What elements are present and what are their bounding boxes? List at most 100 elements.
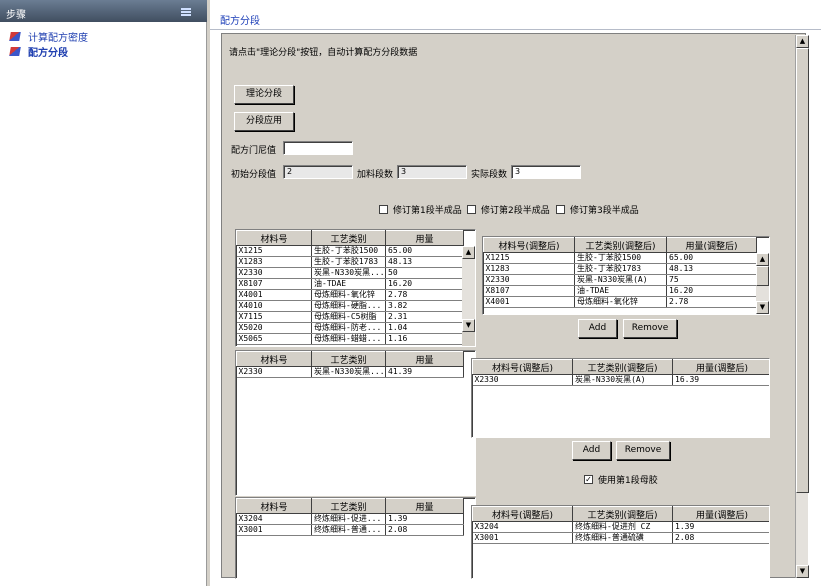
material-cell: X7115	[236, 311, 312, 323]
scroll-down-button[interactable]: ▼	[796, 565, 809, 578]
material-cell: X2330	[236, 366, 312, 378]
table-row[interactable]: X3001 终炼细料-普通硫磺 2.08	[472, 532, 769, 544]
remove-button-seg2[interactable]: Remove	[616, 441, 670, 460]
sidebar-item-segment[interactable]: 配方分段	[9, 44, 68, 59]
col-category-adj: 工艺类别(调整后)	[574, 237, 667, 253]
scroll-up-button[interactable]: ▲	[462, 246, 475, 259]
add-button-seg1[interactable]: Add	[578, 319, 617, 338]
seg3-adjusted-table: 材料号(调整后) 工艺类别(调整后) 用量(调整后) X3204 终炼细料-促进剂…	[471, 505, 770, 579]
material-cell: X1215	[236, 245, 312, 257]
use-seg1-masterbatch-checkbox[interactable]: ✓ 使用第1段母胶	[584, 473, 658, 486]
material-cell: X4001	[483, 296, 575, 308]
col-amount-adj: 用量(调整后)	[666, 237, 757, 253]
table-row[interactable]: X1283 生胶-丁苯胶1783 48.13	[236, 256, 464, 268]
hint-text: 请点击"理论分段"按钮，自动计算配方分段数据	[229, 48, 418, 58]
category-cell: 生胶-丁苯胶1783	[574, 263, 667, 275]
checkbox-label: 修订第2段半成品	[481, 206, 550, 216]
amount-cell: 16.39	[672, 374, 769, 386]
table-row[interactable]: X7115 母炼细料-C5树脂 2.31	[236, 311, 464, 323]
table-row[interactable]: X3001 终炼细料-普通... 2.08	[236, 524, 464, 536]
category-cell: 母炼细料-防老...	[311, 322, 386, 334]
table-row[interactable]: X4001 母炼细料-氧化锌 2.78	[236, 289, 464, 301]
category-cell: 终炼细料-促进剂 CZ	[572, 521, 673, 533]
material-cell: X1283	[236, 256, 312, 268]
sidebar-header: 步骤	[0, 0, 207, 22]
init-segment-input[interactable]: 2	[283, 165, 353, 179]
amount-cell: 16.20	[666, 285, 757, 297]
col-material: 材料号	[236, 230, 312, 246]
amount-cell: 48.13	[385, 256, 464, 268]
amount-cell: 3.82	[385, 300, 464, 312]
table-row[interactable]: X1215 生胶-丁苯胶1500 65.00	[236, 245, 464, 257]
material-cell: X2330	[472, 374, 573, 386]
checkbox-box	[556, 205, 565, 214]
scroll-track[interactable]	[462, 259, 475, 319]
category-cell: 终炼细料-普通硫磺	[572, 532, 673, 544]
category-cell: 生胶-丁苯胶1500	[311, 245, 386, 257]
add-segment-input[interactable]: 3	[397, 165, 467, 179]
remove-button-seg1[interactable]: Remove	[623, 319, 677, 338]
checkbox-box	[379, 205, 388, 214]
table-row[interactable]: X1283 生胶-丁苯胶1783 48.13	[483, 263, 757, 275]
category-cell: 油-TDAE	[574, 285, 667, 297]
scroll-track[interactable]	[756, 286, 769, 301]
amount-cell: 1.04	[385, 322, 464, 334]
table-row[interactable]: X4010 母炼细料-硬脂... 3.82	[236, 300, 464, 312]
table-row[interactable]: X5065 母炼细料-蜡蜡... 1.16	[236, 333, 464, 345]
material-cell: X2330	[236, 267, 312, 279]
revise-seg1-checkbox[interactable]: 修订第1段半成品	[379, 203, 462, 216]
amount-cell: 2.08	[672, 532, 769, 544]
sidebar-item-density[interactable]: 计算配方密度	[9, 29, 88, 44]
scroll-down-button[interactable]: ▼	[462, 319, 475, 332]
scroll-up-button[interactable]: ▲	[796, 35, 809, 48]
seg1-adjusted-table: 材料号(调整后) 工艺类别(调整后) 用量(调整后) X1215 生胶-丁苯胶15…	[482, 236, 770, 315]
threshold-input[interactable]	[283, 141, 353, 155]
checkbox-box	[467, 205, 476, 214]
material-cell: X2330	[483, 274, 575, 286]
add-button-seg2[interactable]: Add	[572, 441, 611, 460]
table-row[interactable]: X8107 油-TDAE 16.20	[483, 285, 757, 297]
checkbox-box: ✓	[584, 475, 593, 484]
col-category: 工艺类别	[311, 498, 386, 514]
table-row[interactable]: X3204 终炼细料-促进... 1.39	[236, 513, 464, 525]
table-row[interactable]: X2330 炭黑-N330炭黑(A) 16.39	[472, 374, 769, 386]
category-cell: 母炼细料-氧化锌	[311, 289, 386, 301]
revise-seg3-checkbox[interactable]: 修订第3段半成品	[556, 203, 639, 216]
checkbox-label: 修订第3段半成品	[570, 206, 639, 216]
col-material-adj: 材料号(调整后)	[472, 359, 573, 375]
revise-seg2-checkbox[interactable]: 修订第2段半成品	[467, 203, 550, 216]
material-cell: X3204	[472, 521, 573, 533]
amount-cell: 50	[385, 267, 464, 279]
table-row[interactable]: X2330 炭黑-N330炭黑(A) 75	[483, 274, 757, 286]
scroll-thumb[interactable]	[796, 48, 809, 493]
category-cell: 生胶-丁苯胶1783	[311, 256, 386, 268]
amount-cell: 2.08	[385, 524, 464, 536]
scroll-thumb[interactable]	[756, 266, 769, 286]
theory-segment-button[interactable]: 理论分段	[234, 85, 294, 104]
material-cell: X1215	[483, 252, 575, 264]
amount-cell: 2.78	[666, 296, 757, 308]
scroll-up-button[interactable]: ▲	[756, 253, 769, 266]
seg2-original-table: 材料号 工艺类别 用量 X2330 炭黑-N330炭黑... 41.39	[235, 350, 476, 496]
scroll-down-button[interactable]: ▼	[756, 301, 769, 314]
category-cell: 油-TDAE	[311, 278, 386, 290]
table-row[interactable]: X1215 生胶-丁苯胶1500 65.00	[483, 252, 757, 264]
table-row[interactable]: X5020 母炼细料-防老... 1.04	[236, 322, 464, 334]
material-cell: X4001	[236, 289, 312, 301]
main-scrollbar[interactable]: ▲ ▼	[795, 35, 809, 578]
category-cell: 母炼细料-蜡蜡...	[311, 333, 386, 345]
material-cell: X1283	[483, 263, 575, 275]
table-row[interactable]: X3204 终炼细料-促进剂 CZ 1.39	[472, 521, 769, 533]
amount-cell: 1.39	[672, 521, 769, 533]
menu-icon[interactable]	[181, 8, 191, 16]
step-icon	[9, 47, 21, 56]
seg2-adjusted-table: 材料号(调整后) 工艺类别(调整后) 用量(调整后) X2330 炭黑-N330炭…	[471, 358, 770, 438]
apply-segment-button[interactable]: 分段应用	[234, 112, 294, 131]
table-row[interactable]: X2330 炭黑-N330炭黑... 50	[236, 267, 464, 279]
table-row[interactable]: X4001 母炼细料-氧化锌 2.78	[483, 296, 757, 308]
material-cell: X4010	[236, 300, 312, 312]
table-row[interactable]: X2330 炭黑-N330炭黑... 41.39	[236, 366, 464, 378]
main-area: 配方分段 请点击"理论分段"按钮，自动计算配方分段数据 理论分段 分段应用 配方…	[210, 0, 821, 586]
actual-segment-input[interactable]: 3	[511, 165, 581, 179]
table-row[interactable]: X8107 油-TDAE 16.20	[236, 278, 464, 290]
